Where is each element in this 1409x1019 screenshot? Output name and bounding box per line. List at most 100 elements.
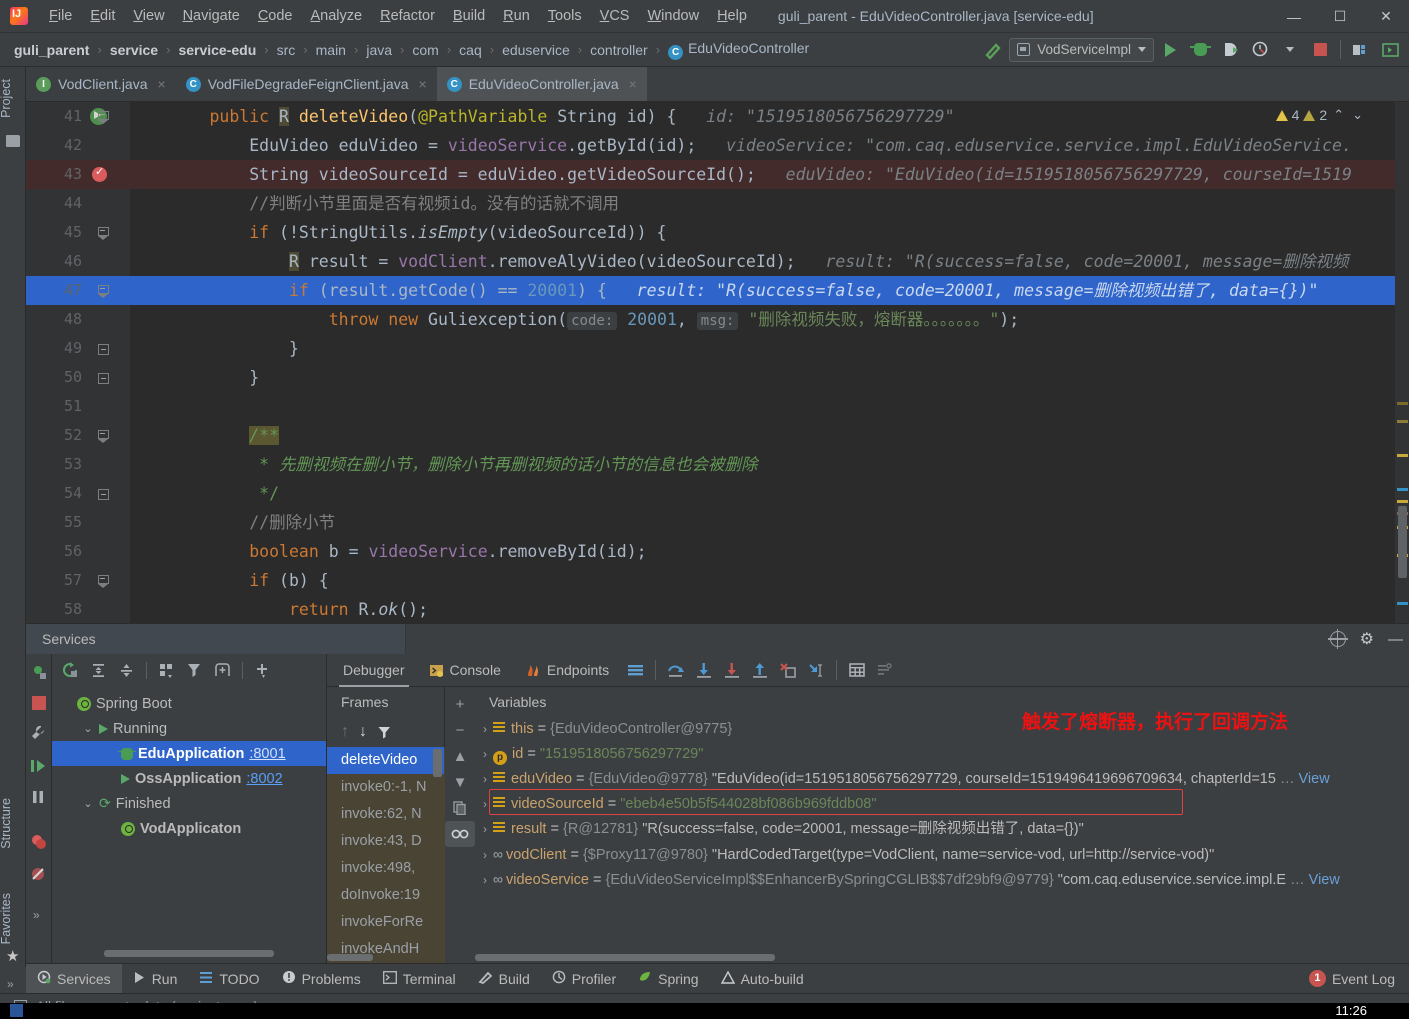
view-link[interactable]: View — [1299, 771, 1330, 787]
code-line-53[interactable]: * 先删视频在删小节，删除小节再删视频的话小节的信息也会被删除 — [130, 450, 1409, 479]
force-step-into-icon[interactable] — [718, 656, 746, 684]
gutter-line-46[interactable]: 46 — [26, 247, 130, 276]
frame-row[interactable]: deleteVideo — [327, 747, 444, 774]
more-tool-windows-icon[interactable]: » — [7, 977, 14, 991]
editor-tab-vodclient-java[interactable]: I VodClient.java × — [26, 67, 176, 101]
variable-row-eduVideo[interactable]: › eduVideo = {EduVideo@9778} "EduVideo(id… — [475, 767, 1409, 792]
gear-icon[interactable]: ⚙ — [1360, 629, 1374, 649]
frame-row[interactable]: invoke:43, D — [327, 828, 444, 855]
watches-icon[interactable] — [445, 821, 475, 847]
fold-collapse-icon[interactable] — [98, 575, 109, 588]
breadcrumb-item-controller[interactable]: controller — [588, 40, 650, 60]
variable-row-videoSourceId[interactable]: › videoSourceId = "ebeb4e50b5f544028bf086… — [475, 792, 1409, 817]
remove-watch-icon[interactable]: − — [445, 717, 475, 743]
menu-code[interactable]: Code — [249, 4, 302, 28]
taskbar-app-icon[interactable] — [10, 1004, 23, 1017]
event-log-area[interactable]: 1 Event Log — [1308, 970, 1409, 987]
code-line-54[interactable]: */ — [130, 479, 1409, 508]
menu-refactor[interactable]: Refactor — [371, 4, 444, 28]
drop-frame-icon[interactable] — [774, 656, 802, 684]
gutter-line-47[interactable]: 47 — [26, 276, 130, 305]
code-line-57[interactable]: if (b) { — [130, 566, 1409, 595]
frames-filter-icon[interactable] — [377, 725, 392, 740]
group-icon[interactable] — [154, 658, 179, 683]
service-tree-item-vodapplicaton[interactable]: VodApplicaton — [52, 816, 326, 841]
step-into-icon[interactable] — [690, 656, 718, 684]
run-with-coverage-button[interactable] — [1216, 37, 1244, 63]
event-log-label[interactable]: Event Log — [1332, 971, 1395, 987]
service-tree-item-finished[interactable]: ⌄ ⟳ Finished — [52, 791, 326, 816]
code-line-43[interactable]: String videoSourceId = eduVideo.getVideo… — [130, 160, 1409, 189]
gutter-line-42[interactable]: 42 — [26, 131, 130, 160]
expand-arrow-icon[interactable]: › — [483, 797, 487, 811]
minimize-button[interactable]: — — [1271, 0, 1317, 33]
gutter-line-50[interactable]: 50 — [26, 363, 130, 392]
variable-row-this[interactable]: › this = {EduVideoController@9775} — [475, 717, 1409, 742]
mute-breakpoints-icon[interactable] — [30, 866, 47, 888]
menu-bar[interactable]: File Edit View Navigate Code Analyze Refactor B… — [40, 4, 756, 28]
tab-console[interactable]: Console — [417, 654, 513, 687]
menu-vcs[interactable]: VCS — [591, 4, 639, 28]
resume-program-icon[interactable] — [30, 758, 48, 779]
gutter-line-45[interactable]: 45 — [26, 218, 130, 247]
frame-row[interactable]: invoke:62, N — [327, 801, 444, 828]
add-service-icon[interactable] — [250, 658, 275, 683]
expand-arrow-icon[interactable]: › — [483, 772, 487, 786]
frame-row[interactable]: invokeForRe — [327, 909, 444, 936]
service-tree-item-ossapplication[interactable]: OssApplication:8002 — [52, 766, 326, 791]
breadcrumb-item-com[interactable]: com — [410, 40, 440, 60]
service-tree-item-eduapplication[interactable]: EduApplication:8001 — [52, 741, 326, 766]
tool-window-button-services[interactable]: Services — [26, 963, 122, 994]
debugger-tab-bar[interactable]: Debugger Console Endpoints — [327, 654, 1409, 687]
tool-window-button-profiler[interactable]: Profiler — [541, 964, 627, 994]
code-line-46[interactable]: R result = vodClient.removeAlyVideo(vide… — [130, 247, 1409, 276]
stop-icon[interactable] — [32, 696, 46, 710]
frame-row[interactable]: invoke0:-1, N — [327, 774, 444, 801]
prev-problem-icon[interactable]: ⌃ — [1331, 107, 1346, 123]
tool-window-button-run[interactable]: Run — [122, 964, 189, 994]
menu-run[interactable]: Run — [494, 4, 539, 28]
gutter-line-56[interactable]: 56 — [26, 537, 130, 566]
service-tree-item-running[interactable]: ⌄ Running — [52, 716, 326, 741]
stop-button[interactable] — [1306, 37, 1334, 63]
view-breakpoints-icon[interactable] — [30, 834, 47, 856]
fold-collapse-icon[interactable] — [98, 111, 109, 124]
tab-endpoints[interactable]: Endpoints — [513, 654, 621, 687]
profiler-dropdown-icon[interactable] — [1276, 37, 1304, 63]
move-down-icon[interactable]: ▼ — [445, 769, 475, 795]
variables-panel[interactable]: Variables 触发了熔断器，执行了回调方法 › this = {EduVid… — [475, 687, 1409, 963]
breadcrumb[interactable]: guli_parent › service › service-edu › src › main… — [12, 38, 811, 62]
step-out-icon[interactable] — [746, 656, 774, 684]
menu-help[interactable]: Help — [708, 4, 756, 28]
editor-tab-eduvideocontroller-java[interactable]: C EduVideoController.java × — [436, 67, 647, 101]
service-tree-item-spring-boot[interactable]: Spring Boot — [52, 691, 326, 716]
menu-tools[interactable]: Tools — [539, 4, 591, 28]
tool-window-favorites[interactable]: Favorites — [0, 887, 25, 950]
run-to-cursor-icon[interactable] — [802, 656, 830, 684]
code-line-42[interactable]: EduVideo eduVideo = videoService.getById… — [130, 131, 1409, 160]
gutter-line-58[interactable]: 58 — [26, 595, 130, 623]
breadcrumb-item-guli-parent[interactable]: guli_parent — [12, 40, 91, 60]
inspection-widget[interactable]: 4 2 ⌃ ⌄ — [1275, 107, 1365, 123]
debug-button[interactable] — [1186, 37, 1214, 63]
code-line-47[interactable]: if (result.getCode() == 20001) { result:… — [130, 276, 1409, 305]
services-title[interactable]: Services — [26, 623, 406, 654]
frames-toolbar[interactable]: ↑ ↓ — [327, 717, 444, 747]
tree-item-port[interactable]: :8002 — [246, 771, 282, 787]
breadcrumb-item-service[interactable]: service — [108, 40, 160, 60]
editor-tab-vodfiledegradefeignclient-java[interactable]: C VodFileDegradeFeignClient.java × — [176, 67, 437, 101]
fold-end-icon[interactable] — [98, 373, 109, 384]
gutter-line-51[interactable]: 51 — [26, 392, 130, 421]
tool-window-project[interactable]: Project — [0, 73, 25, 124]
frames-up-icon[interactable]: ↑ — [341, 723, 349, 741]
rerun-icon[interactable] — [58, 658, 83, 683]
code-line-58[interactable]: return R.ok(); — [130, 595, 1409, 623]
tree-twisty[interactable]: ⌄ — [82, 722, 94, 735]
step-over-icon[interactable] — [662, 656, 690, 684]
code-line-52[interactable]: /** — [130, 421, 1409, 450]
frames-down-icon[interactable]: ↓ — [359, 723, 367, 741]
menu-file[interactable]: File — [40, 4, 81, 28]
expand-all-icon[interactable] — [86, 658, 111, 683]
tree-item-port[interactable]: :8001 — [249, 746, 285, 762]
breadcrumb-item-src[interactable]: src — [275, 40, 298, 60]
